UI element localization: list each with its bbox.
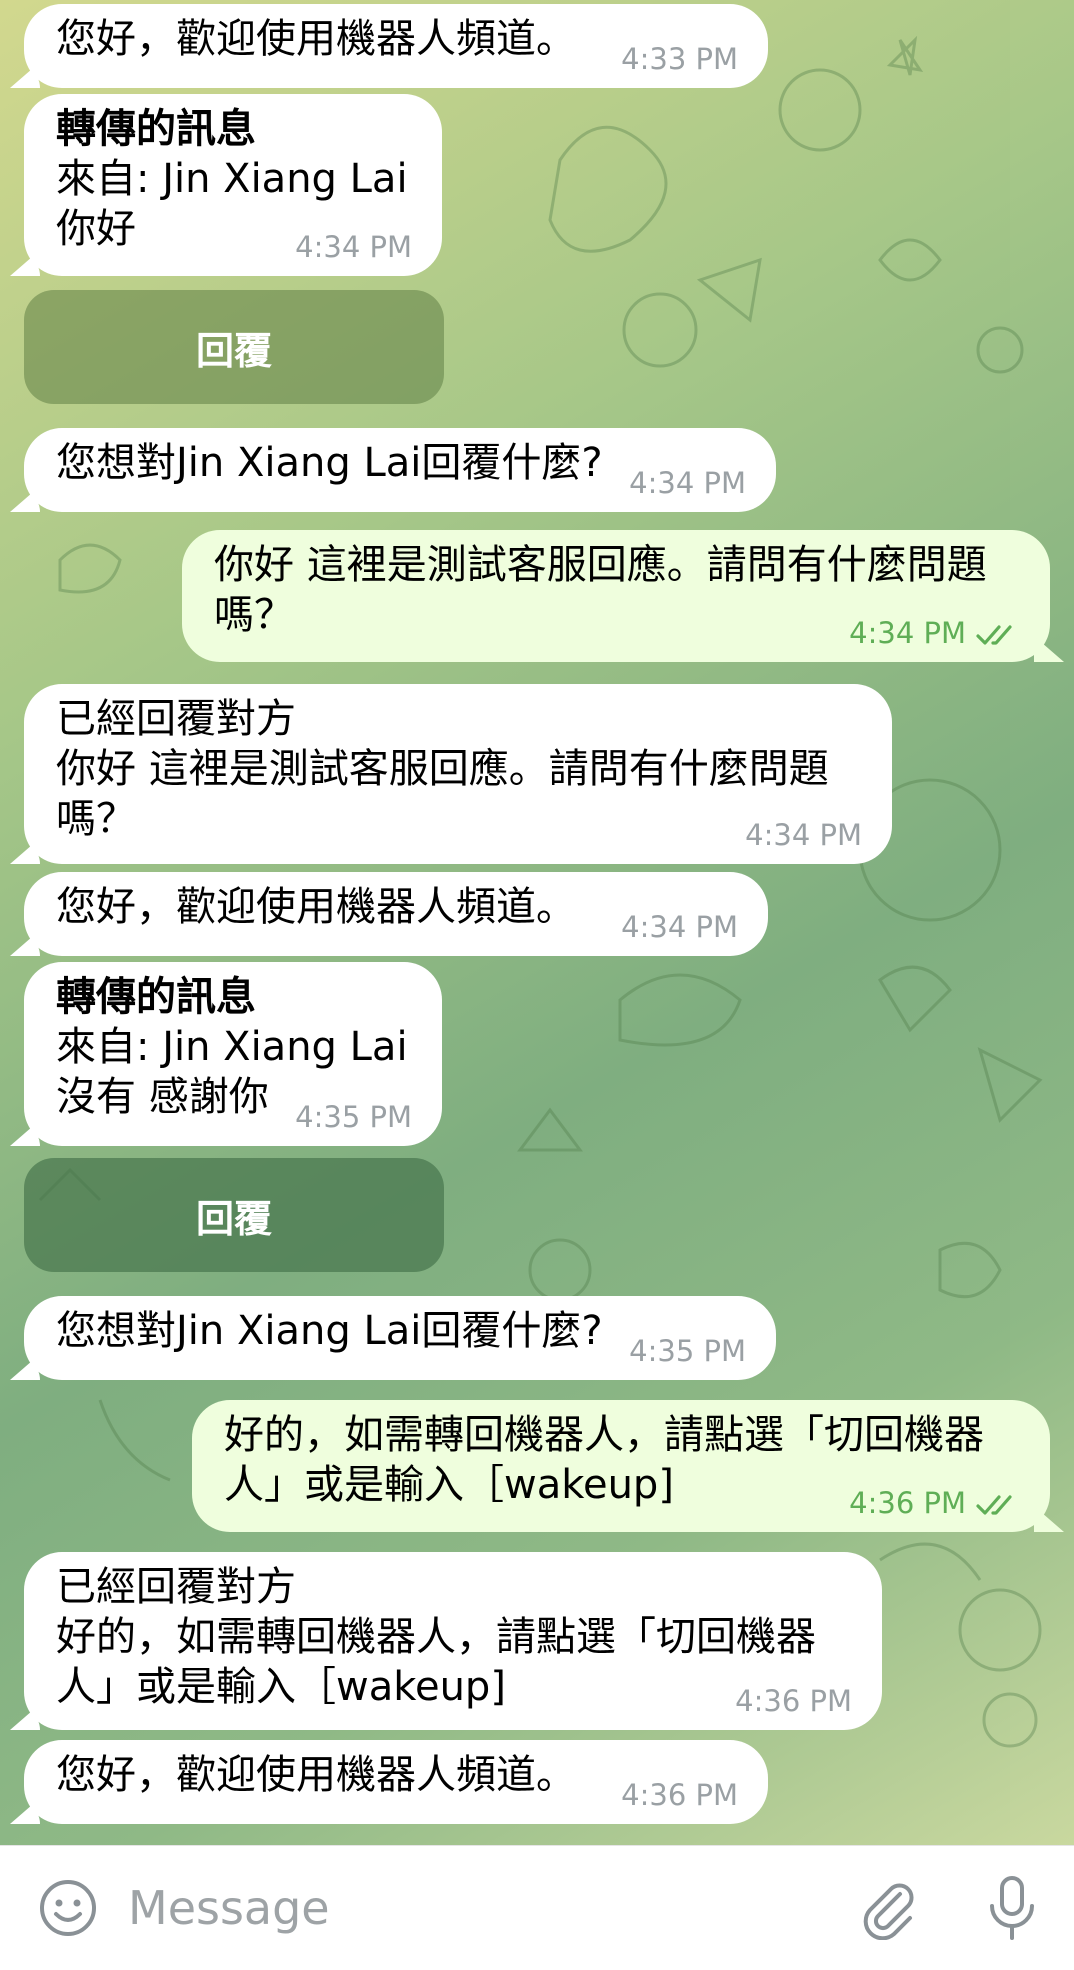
timestamp-text: 4:34 PM bbox=[629, 466, 746, 500]
timestamp-text: 4:35 PM bbox=[295, 1100, 412, 1134]
message-timestamp: 4:33 PM bbox=[621, 44, 738, 74]
message-text-line: 你好 這裡是測試客服回應。請問有什麼問題 bbox=[214, 542, 987, 588]
incoming-message-bubble[interactable]: 轉傳的訊息 來自: Jin Xiang Lai 沒有 感謝你 4:35 PM bbox=[24, 962, 442, 1146]
incoming-message-bubble[interactable]: 您想對Jin Xiang Lai回覆什麼? 4:34 PM bbox=[24, 428, 776, 512]
message-timestamp: 4:36 PM bbox=[621, 1780, 738, 1810]
incoming-message-bubble[interactable]: 轉傳的訊息 來自: Jin Xiang Lai 你好 4:34 PM bbox=[24, 94, 442, 276]
message-text-line: 好的，如需轉回機器人，請點選「切回機器 bbox=[224, 1412, 984, 1458]
read-checkmarks-icon bbox=[976, 625, 1012, 645]
message-input[interactable]: Message bbox=[128, 1882, 330, 1934]
timestamp-text: 4:33 PM bbox=[621, 42, 738, 76]
incoming-message-bubble[interactable]: 已經回覆對方 好的，如需轉回機器人，請點選「切回機器 人」或是輸入［wakeup] 4… bbox=[24, 1552, 882, 1730]
timestamp-text: 4:34 PM bbox=[621, 910, 738, 944]
paperclip-icon[interactable] bbox=[856, 1876, 920, 1940]
reply-button[interactable]: 回覆 bbox=[24, 1158, 444, 1272]
message-text-line: 你好 這裡是測試客服回應。請問有什麼問題 bbox=[56, 746, 829, 792]
message-text-line: 嗎？ bbox=[56, 796, 136, 842]
outgoing-message-bubble[interactable]: 好的，如需轉回機器人，請點選「切回機器 人」或是輸入［wakeup] 4:36 PM bbox=[192, 1400, 1050, 1532]
message-text-line: 好的，如需轉回機器人，請點選「切回機器 bbox=[56, 1614, 816, 1660]
message-text-line: 來自: Jin Xiang Lai bbox=[56, 1024, 408, 1070]
message-timestamp: 4:34 PM bbox=[295, 232, 412, 262]
message-text-line: 人」或是輸入［wakeup] bbox=[56, 1664, 506, 1710]
message-timestamp: 4:34 PM bbox=[849, 618, 1020, 648]
timestamp-text: 4:35 PM bbox=[629, 1334, 746, 1368]
message-text-line: 轉傳的訊息 bbox=[56, 106, 256, 152]
timestamp-text: 4:34 PM bbox=[295, 230, 412, 264]
message-input-bar: Message bbox=[0, 1845, 1074, 1970]
message-timestamp: 4:36 PM bbox=[849, 1488, 1020, 1518]
read-checkmarks-icon bbox=[976, 1495, 1012, 1515]
message-timestamp: 4:36 PM bbox=[735, 1686, 852, 1716]
message-timestamp: 4:35 PM bbox=[295, 1102, 412, 1132]
message-timestamp: 4:34 PM bbox=[745, 820, 862, 850]
incoming-message-bubble[interactable]: 您好，歡迎使用機器人頻道。 4:33 PM bbox=[24, 4, 768, 88]
message-text-line: 來自: Jin Xiang Lai bbox=[56, 156, 408, 202]
message-text-line: 已經回覆對方 bbox=[56, 1564, 296, 1610]
message-timestamp: 4:35 PM bbox=[629, 1336, 746, 1366]
message-timestamp: 4:34 PM bbox=[629, 468, 746, 498]
timestamp-text: 4:36 PM bbox=[621, 1778, 738, 1812]
incoming-message-bubble[interactable]: 已經回覆對方 你好 這裡是測試客服回應。請問有什麼問題 嗎？ 4:34 PM bbox=[24, 684, 892, 864]
message-timestamp: 4:34 PM bbox=[621, 912, 738, 942]
emoji-icon[interactable] bbox=[36, 1876, 100, 1940]
incoming-message-bubble[interactable]: 您好，歡迎使用機器人頻道。 4:36 PM bbox=[24, 1740, 768, 1824]
incoming-message-bubble[interactable]: 您好，歡迎使用機器人頻道。 4:34 PM bbox=[24, 872, 768, 956]
timestamp-text: 4:34 PM bbox=[849, 616, 966, 650]
microphone-icon[interactable] bbox=[980, 1872, 1044, 1944]
timestamp-text: 4:36 PM bbox=[849, 1486, 966, 1520]
outgoing-message-bubble[interactable]: 你好 這裡是測試客服回應。請問有什麼問題 嗎？ 4:34 PM bbox=[182, 530, 1050, 662]
reply-button[interactable]: 回覆 bbox=[24, 290, 444, 404]
message-text-line: 轉傳的訊息 bbox=[56, 974, 256, 1020]
incoming-message-bubble[interactable]: 您想對Jin Xiang Lai回覆什麼? 4:35 PM bbox=[24, 1296, 776, 1380]
timestamp-text: 4:36 PM bbox=[735, 1684, 852, 1718]
timestamp-text: 4:34 PM bbox=[745, 818, 862, 852]
message-text-line: 已經回覆對方 bbox=[56, 696, 296, 742]
